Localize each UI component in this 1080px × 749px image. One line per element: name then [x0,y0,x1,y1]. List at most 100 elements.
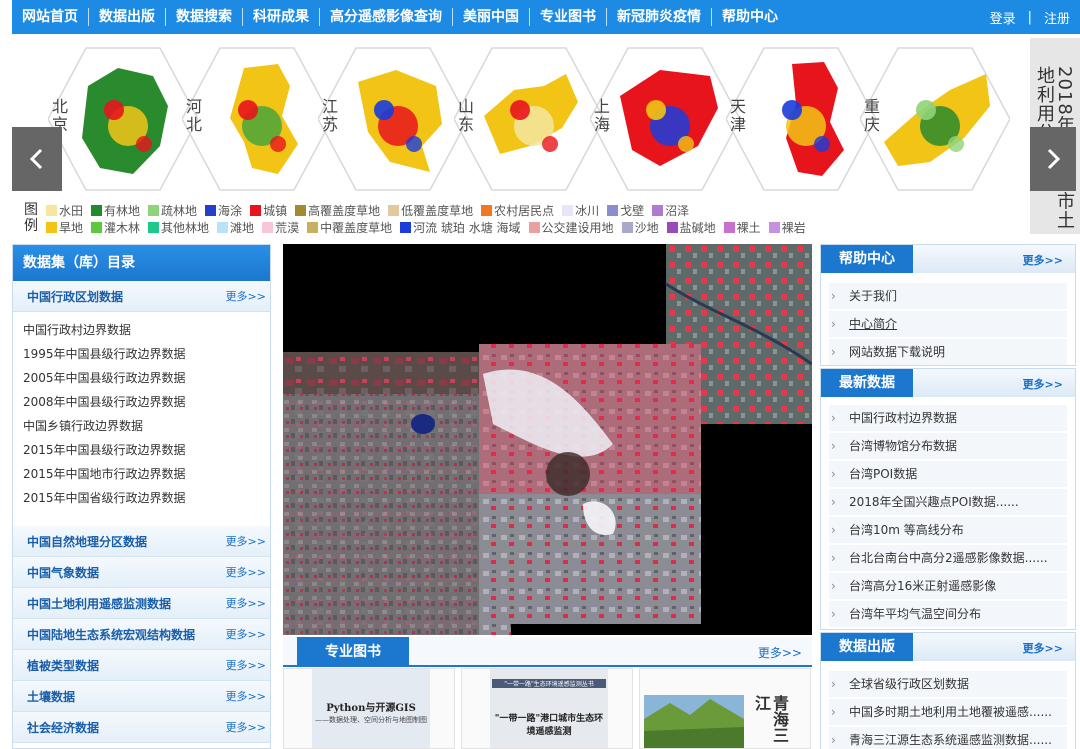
latest-item[interactable]: 台湾高分16米正射遥感影像 [829,573,1067,599]
legend-label: 裸土 [736,221,761,235]
nav-research[interactable]: 科研成果 [243,8,320,26]
satellite-image-mosaic[interactable] [283,244,812,635]
more-link[interactable]: 更多>> [226,288,266,304]
help-item[interactable]: 中心简介 [829,311,1067,337]
category-name[interactable]: 中国自然地理分区数据 [27,533,226,550]
more-link[interactable]: 更多>> [226,626,266,642]
latest-item[interactable]: 台北台南台中高分2遥感影像数据...... [829,545,1067,571]
list-item[interactable]: 2005年中国县级行政边界数据 [23,366,270,390]
category-name[interactable]: 植被类型数据 [27,657,226,674]
province-map[interactable]: 江苏 [318,46,468,192]
publish-item[interactable]: 中国多时期土地利用土地覆被遥感...... [829,699,1067,725]
legend-swatch [528,222,540,233]
legend-label: 沼泽 [665,204,690,218]
login-link[interactable]: 登录 [990,8,1016,27]
more-link[interactable]: 更多>> [1023,376,1063,392]
top-nav-bar: 网站首页 数据出版 数据搜索 科研成果 高分遥感影像查询 美丽中国 专业图书 新… [12,0,1080,34]
latest-item[interactable]: 台湾年平均气温空间分布 [829,601,1067,627]
list-item[interactable]: 中国乡镇行政边界数据 [23,414,270,438]
legend-item: 高覆盖度草地 [295,202,380,219]
list-item[interactable]: 2015年中国省级行政边界数据 [23,486,270,510]
list-item[interactable]: 中国行政村边界数据 [23,318,270,342]
latest-item[interactable]: 2018年全国兴趣点POI数据...... [829,489,1067,515]
category-name[interactable]: 中国土地利用遥感监测数据 [27,595,226,612]
nav-beautiful-china[interactable]: 美丽中国 [453,8,530,26]
panel-title: 数据出版 [821,633,913,661]
province-map[interactable]: 山东 [454,46,604,192]
list-item[interactable]: 2015年中国县级行政边界数据 [23,438,270,462]
books-more-link[interactable]: 更多>> [758,644,802,661]
book-title: Python与开源GIS [326,703,416,714]
legend-item: 低覆盖度草地 [388,202,473,219]
nav-help[interactable]: 帮助中心 [712,8,788,26]
category-name[interactable]: 中国行政区划数据 [27,288,226,305]
category-name[interactable]: 土壤数据 [27,688,226,705]
category-name[interactable]: 社会经济数据 [27,719,226,736]
list-item[interactable]: 2008年中国县级行政边界数据 [23,390,270,414]
next-slide-button[interactable] [1030,127,1076,191]
legend-label: 其他林地 [161,221,210,235]
legend-item: 公交建设用地 [528,219,614,236]
latest-item[interactable]: 中国行政村边界数据 [829,405,1067,431]
province-map[interactable]: 河北 [182,46,332,192]
nav-hires-image-query[interactable]: 高分遥感影像查询 [320,8,453,26]
latest-item[interactable]: 台湾POI数据 [829,461,1067,487]
legend-swatch [91,222,103,233]
legend-item: 沼泽 [652,202,689,219]
chevron-left-icon [29,148,43,170]
legend-swatch [307,222,319,233]
province-map[interactable]: 重庆 [860,46,1010,192]
latest-item[interactable]: 台湾10m 等高线分布 [829,517,1067,543]
more-link[interactable]: 更多>> [226,719,266,735]
more-link[interactable]: 更多>> [1023,640,1063,656]
books-tab[interactable]: 专业图书 [297,637,409,667]
category-name[interactable]: 中国陆地生态系统宏观结构数据 [27,626,226,643]
latest-item[interactable]: 台湾博物馆分布数据 [829,433,1067,459]
help-center-panel: 帮助中心 更多>> 关于我们 中心简介 网站数据下载说明 [820,244,1076,366]
panel-header: 最新数据 更多>> [821,369,1075,397]
list-item[interactable]: 1995年中国县级行政边界数据 [23,342,270,366]
prev-slide-button[interactable] [12,127,62,191]
province-name: 河北 [186,97,203,134]
legend-label: 高覆盖度草地 [308,204,381,218]
province-name: 重庆 [864,97,881,134]
nav-covid[interactable]: 新冠肺炎疫情 [607,8,712,26]
book-card-belt-road[interactable]: "一带一路"生态环境遥感监测丛书 "一带一路"港口城市生态环境遥感监测 [461,668,633,749]
publish-item[interactable]: 青海三江源生态系统遥感监测数据...... [829,727,1067,749]
book-title: "一带一路"港口城市生态环境遥感监测 [494,714,604,737]
category-name[interactable]: 中国气象数据 [27,564,226,581]
more-link[interactable]: 更多>> [226,564,266,580]
legend-row-1: 水田 有林地 疏林地 海涂 城镇 高覆盖度草地 低覆盖度草地 农村居民点 冰川 戈壁 沼泽 [46,202,689,219]
auth-links: 登录 | 注册 [990,8,1080,27]
more-link[interactable]: 更多>> [226,533,266,549]
legend-swatch [46,205,57,216]
category-row: 土壤数据 更多>> [13,681,270,712]
province-map[interactable]: 北京 [48,46,198,192]
legend-item: 裸岩 [768,219,806,236]
panel-title: 帮助中心 [821,245,913,273]
nav-home[interactable]: 网站首页 [12,8,89,26]
nav-books[interactable]: 专业图书 [530,8,607,26]
legend-title: 图例 [24,202,38,234]
help-item[interactable]: 关于我们 [829,283,1067,309]
register-link[interactable]: 注册 [1044,8,1070,27]
category-row: 中国陆地生态系统宏观结构数据 更多>> [13,619,270,650]
legend-swatch [666,222,678,233]
more-link[interactable]: 更多>> [226,688,266,704]
land-use-banner: 北京 河北 江苏 山东 上海 天津 重庆 2018年部分省市土地利用分布 图例 水田 有林地疏… [12,36,1080,242]
book-series: "一带一路"生态环境遥感监测丛书 [492,679,606,688]
help-item[interactable]: 网站数据下载说明 [829,339,1067,365]
nav-data-search[interactable]: 数据搜索 [166,8,243,26]
province-name: 江苏 [322,97,339,134]
publish-item[interactable]: 全球省级行政区划数据 [829,671,1067,697]
book-card-sanjiangyuan[interactable]: 青海三江 [639,668,811,749]
legend-label: 戈壁 [620,204,645,218]
list-item[interactable]: 2015年中国地市行政边界数据 [23,462,270,486]
book-card-python-gis[interactable]: Python与开源GIS ——数据处理、空间分析与地图制图 [283,668,455,749]
more-link[interactable]: 更多>> [226,657,266,673]
more-link[interactable]: 更多>> [1023,252,1063,268]
province-map[interactable]: 上海 [590,46,740,192]
province-map[interactable]: 天津 [726,46,876,192]
nav-data-publish[interactable]: 数据出版 [89,8,166,26]
more-link[interactable]: 更多>> [226,595,266,611]
